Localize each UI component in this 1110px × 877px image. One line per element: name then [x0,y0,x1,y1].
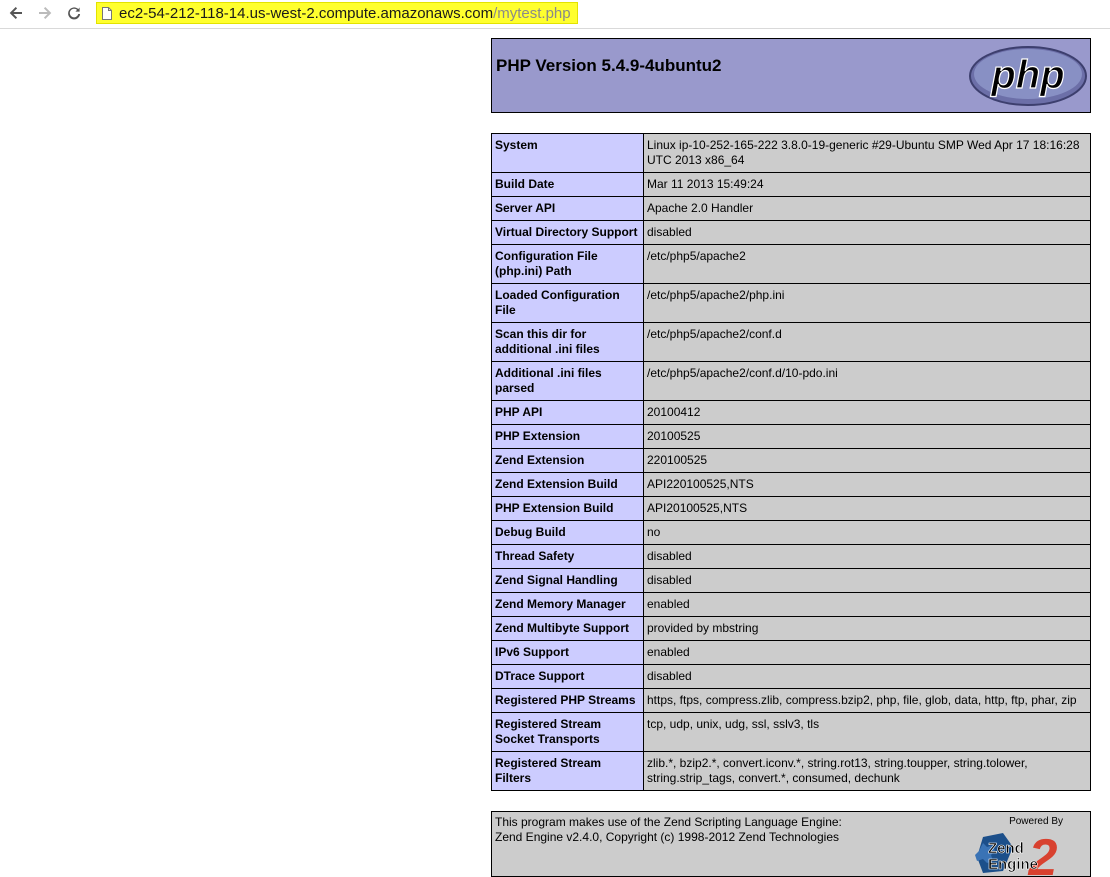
info-row: Zend Memory Manager enabled [491,592,1091,617]
info-row: Additional .ini files parsed/etc/php5/ap… [491,361,1091,401]
info-value: API20100525,NTS [643,496,1091,521]
info-key: PHP Extension [491,424,644,449]
info-row: Virtual Directory Support disabled [491,220,1091,245]
zend-description: This program makes use of the Zend Scrip… [495,815,842,845]
back-button[interactable] [5,2,27,24]
info-value: /etc/php5/apache2/conf.d [643,322,1091,362]
php-version-header: PHP Version 5.4.9-4ubuntu2 php [491,38,1091,113]
info-row: Registered Stream Filters zlib.*, bzip2.*… [491,751,1091,791]
info-value: /etc/php5/apache2 [643,244,1091,284]
info-value: disabled [643,568,1091,593]
info-row: IPv6 Support enabled [491,640,1091,665]
info-row: Loaded Configuration File/etc/php5/apach… [491,283,1091,323]
info-row: Thread Safety disabled [491,544,1091,569]
page-title: PHP Version 5.4.9-4ubuntu2 [496,56,722,75]
forward-button[interactable] [34,2,56,24]
info-row: Configuration File (php.ini) Path/etc/ph… [491,244,1091,284]
php-logo-text: php [990,53,1064,97]
info-value: disabled [643,664,1091,689]
info-value: https, ftps, compress.zlib, compress.bzi… [643,688,1091,713]
info-row: Debug Build no [491,520,1091,545]
info-row: Zend Multibyte Support provided by mbstri… [491,616,1091,641]
info-key: Thread Safety [491,544,644,569]
url-path: /mytest.php [493,5,571,22]
info-value: Apache 2.0 Handler [643,196,1091,221]
url-host: ec2-54-212-118-14.us-west-2.compute.amaz… [119,5,494,22]
info-key: Registered Stream Filters [491,751,644,791]
zend-logo-line1: Zend [988,840,1024,857]
info-key: Scan this dir for additional .ini files [491,322,644,362]
info-value: API220100525,NTS [643,472,1091,497]
info-row: Zend Signal Handling disabled [491,568,1091,593]
info-key: Configuration File (php.ini) Path [491,244,644,284]
zend-description-line1: This program makes use of the Zend Scrip… [495,815,842,829]
info-value: enabled [643,592,1091,617]
info-value: 220100525 [643,448,1091,473]
info-key: Debug Build [491,520,644,545]
info-value: provided by mbstring [643,616,1091,641]
php-logo: php [969,46,1087,106]
info-key: Registered Stream Socket Transports [491,712,644,752]
info-value: zlib.*, bzip2.*, convert.iconv.*, string… [643,751,1091,791]
info-value: 20100412 [643,400,1091,425]
info-key: IPv6 Support [491,640,644,665]
info-value: 20100525 [643,424,1091,449]
page-icon [102,7,112,20]
info-key: Zend Extension [491,448,644,473]
info-key: System [491,133,644,173]
info-key: Server API [491,196,644,221]
php-info-table: System Linux ip-10-252-165-222 3.8.0-19-g… [491,133,1091,791]
info-value: Mar 11 2013 15:49:24 [643,172,1091,197]
info-row: Build Date Mar 11 2013 15:49:24 [491,172,1091,197]
zend-logo-line2: Engine [988,856,1038,873]
info-row: DTrace Support disabled [491,664,1091,689]
info-value: Linux ip-10-252-165-222 3.8.0-19-generic… [643,133,1091,173]
info-key: Zend Signal Handling [491,568,644,593]
reload-icon [68,7,81,20]
info-key: Zend Memory Manager [491,592,644,617]
info-value: disabled [643,220,1091,245]
info-key: Zend Multibyte Support [491,616,644,641]
info-row: Registered Stream Socket Transports tcp, … [491,712,1091,752]
zend-description-line2: Zend Engine v2.4.0, Copyright (c) 1998-2… [495,830,839,844]
info-row: Scan this dir for additional .ini files /… [491,322,1091,362]
info-value: tcp, udp, unix, udg, ssl, sslv3, tls [643,712,1091,752]
info-row: PHP Extension Build API20100525,NTS [491,496,1091,521]
info-value: enabled [643,640,1091,665]
zend-footer: This program makes use of the Zend Scrip… [491,811,1091,877]
reload-button[interactable] [63,2,85,24]
info-key: PHP Extension Build [491,496,644,521]
info-row: PHP API 20100412 [491,400,1091,425]
phpinfo-content: PHP Version 5.4.9-4ubuntu2 php System Lin… [491,38,1091,877]
info-row: System Linux ip-10-252-165-222 3.8.0-19-g… [491,133,1091,173]
info-key: PHP API [491,400,644,425]
info-value: /etc/php5/apache2/conf.d/10-pdo.ini [643,361,1091,401]
zend-engine-logo: 2 Zend Engine [975,829,1058,877]
browser-toolbar: ec2-54-212-118-14.us-west-2.compute.amaz… [0,0,1110,29]
info-key: Registered PHP Streams [491,688,644,713]
address-bar[interactable]: ec2-54-212-118-14.us-west-2.compute.amaz… [96,2,578,24]
info-row: Registered PHP Streams https, ftps, compr… [491,688,1091,713]
info-key: Additional .ini files parsed [491,361,644,401]
info-value: /etc/php5/apache2/php.ini [643,283,1091,323]
info-value: disabled [643,544,1091,569]
info-row: PHP Extension 20100525 [491,424,1091,449]
info-row: Zend Extension 220100525 [491,448,1091,473]
info-row: Server API Apache 2.0 Handler [491,196,1091,221]
info-key: DTrace Support [491,664,644,689]
info-key: Build Date [491,172,644,197]
info-value: no [643,520,1091,545]
info-key: Virtual Directory Support [491,220,644,245]
forward-arrow-icon [39,7,52,19]
info-key: Zend Extension Build [491,472,644,497]
info-key: Loaded Configuration File [491,283,644,323]
back-arrow-icon [9,7,22,19]
info-row: Zend Extension Build API220100525,NTS [491,472,1091,497]
